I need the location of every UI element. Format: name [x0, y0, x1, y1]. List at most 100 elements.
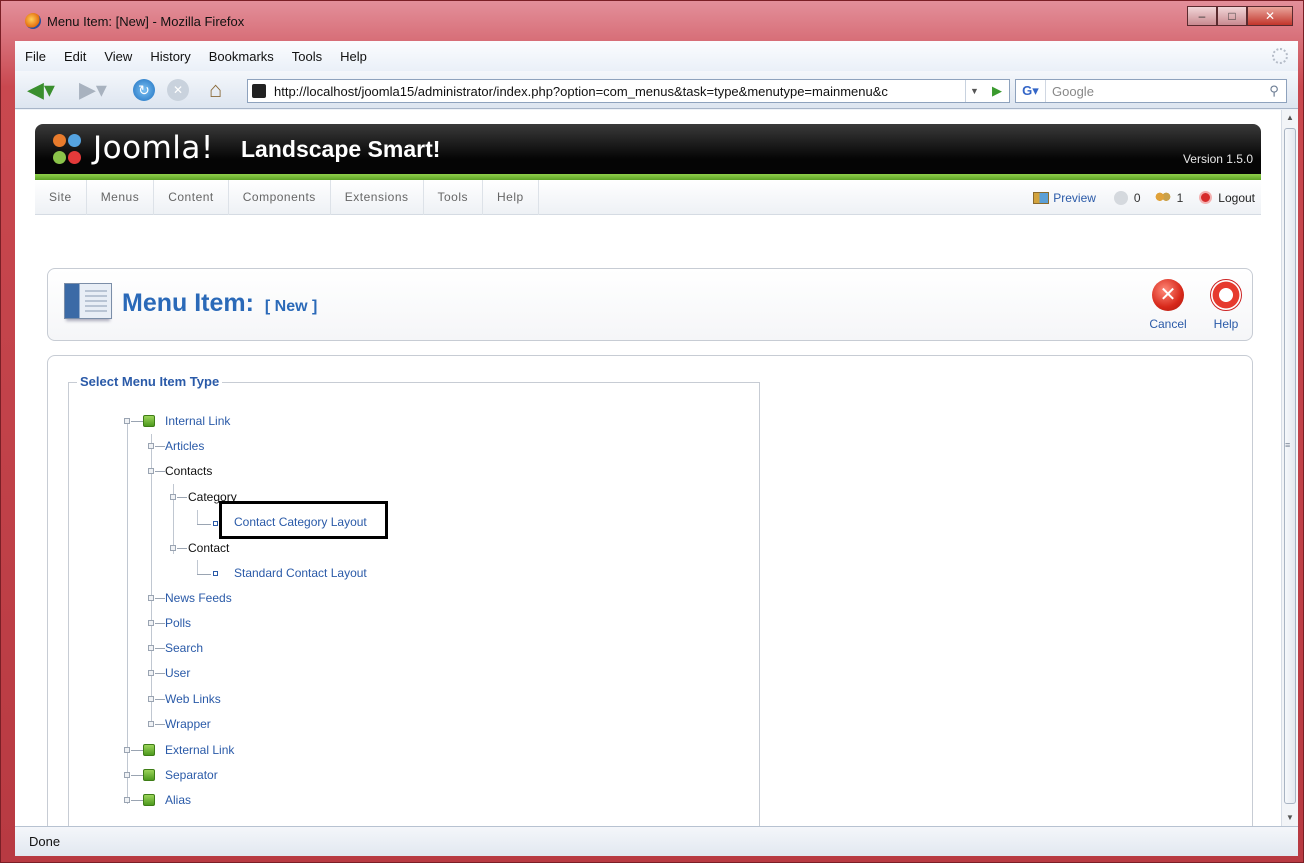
- page-title-text: Menu Item:: [122, 289, 254, 317]
- google-engine-icon[interactable]: G▾: [1016, 80, 1046, 102]
- tree-item-internal-link[interactable]: Internal Link: [165, 412, 230, 430]
- home-icon[interactable]: ⌂: [209, 77, 222, 103]
- tree-label[interactable]: Web Links: [165, 692, 221, 706]
- tree-item-articles[interactable]: Articles: [165, 437, 204, 455]
- tree-expander-icon[interactable]: [124, 772, 130, 778]
- tree-expander-icon[interactable]: [124, 797, 130, 803]
- admin-menu-site[interactable]: Site: [35, 180, 87, 215]
- vertical-scrollbar[interactable]: ▲ ≡ ▼: [1281, 110, 1298, 826]
- tree-item-contacts[interactable]: Contacts: [165, 462, 212, 480]
- scroll-up-arrow-icon[interactable]: ▲: [1282, 110, 1298, 126]
- admin-menu-components[interactable]: Components: [229, 180, 331, 215]
- tree-label[interactable]: Internal Link: [165, 414, 230, 428]
- scrollbar-thumb[interactable]: [1284, 128, 1296, 804]
- tree-label[interactable]: Contacts: [165, 464, 212, 478]
- stop-icon[interactable]: ✕: [167, 79, 189, 101]
- menu-file[interactable]: File: [25, 49, 46, 64]
- url-text[interactable]: http://localhost/joomla15/administrator/…: [274, 84, 888, 99]
- search-icon[interactable]: ⚲: [1262, 83, 1286, 99]
- window-titlebar[interactable]: Menu Item: [New] - Mozilla Firefox – □ ✕: [1, 1, 1303, 41]
- go-arrow-icon[interactable]: ▶: [985, 80, 1009, 102]
- tree-item-web-links[interactable]: Web Links: [165, 690, 221, 708]
- tree-item-news-feeds[interactable]: News Feeds: [165, 589, 232, 607]
- tree-connector: [177, 548, 187, 549]
- menu-bookmarks[interactable]: Bookmarks: [209, 49, 274, 64]
- logout-link[interactable]: Logout: [1199, 191, 1255, 205]
- tree-item-wrapper[interactable]: Wrapper: [165, 715, 211, 733]
- tree-expander-icon[interactable]: [148, 620, 154, 626]
- tree-item-separator[interactable]: Separator: [165, 766, 218, 784]
- admin-menu-content[interactable]: Content: [154, 180, 229, 215]
- tree-label[interactable]: Polls: [165, 616, 191, 630]
- messages-indicator[interactable]: 0: [1113, 190, 1141, 205]
- search-bar[interactable]: G▾ Google ⚲: [1015, 79, 1287, 103]
- tree-label[interactable]: Standard Contact Layout: [234, 566, 367, 580]
- url-bar[interactable]: http://localhost/joomla15/administrator/…: [247, 79, 1010, 103]
- menu-history[interactable]: History: [150, 49, 190, 64]
- admin-menu-menus[interactable]: Menus: [87, 180, 155, 215]
- tree-label[interactable]: Separator: [165, 768, 218, 782]
- cancel-button[interactable]: ✕ Cancel: [1140, 279, 1196, 331]
- tree-item-external-link[interactable]: External Link: [165, 741, 234, 759]
- tree-expander-icon[interactable]: [148, 595, 154, 601]
- page-subtitle: [ New ]: [264, 298, 318, 315]
- tree-label[interactable]: News Feeds: [165, 591, 232, 605]
- tree-item-standard-contact-layout[interactable]: Standard Contact Layout: [234, 564, 367, 582]
- folder-green-icon: [143, 415, 155, 427]
- forward-arrow-icon[interactable]: ▶▾: [79, 79, 107, 101]
- tree-label[interactable]: Articles: [165, 439, 204, 453]
- preview-label: Preview: [1053, 190, 1096, 205]
- tree-label[interactable]: Contact: [188, 541, 229, 555]
- tree-expander-icon[interactable]: [124, 747, 130, 753]
- url-dropdown-icon[interactable]: ▼: [965, 80, 983, 102]
- help-label: Help: [1213, 317, 1239, 331]
- selection-highlight-box: [219, 501, 388, 539]
- minimize-button[interactable]: –: [1187, 6, 1217, 26]
- search-input[interactable]: Google: [1052, 84, 1262, 99]
- menu-view[interactable]: View: [104, 49, 132, 64]
- browser-menubar: File Edit View History Bookmarks Tools H…: [15, 41, 1298, 71]
- menu-edit[interactable]: Edit: [64, 49, 86, 64]
- tree-expander-icon[interactable]: [148, 443, 154, 449]
- tree-label[interactable]: External Link: [165, 743, 234, 757]
- tree-item-polls[interactable]: Polls: [165, 614, 191, 632]
- scroll-down-arrow-icon[interactable]: ▼: [1282, 810, 1298, 826]
- tree-expander-icon[interactable]: [148, 645, 154, 651]
- tree-connector: [197, 524, 211, 525]
- tree-expander-icon[interactable]: [148, 468, 154, 474]
- tree-expander-icon[interactable]: [148, 696, 154, 702]
- maximize-button[interactable]: □: [1217, 6, 1247, 26]
- tree-connector: [131, 421, 143, 422]
- tree-label[interactable]: Alias: [165, 793, 191, 807]
- preview-icon: [1033, 191, 1050, 204]
- tree-expander-icon[interactable]: [148, 721, 154, 727]
- users-count: 1: [1176, 190, 1184, 205]
- tree-label[interactable]: Wrapper: [165, 717, 211, 731]
- tree-connector: [155, 673, 165, 674]
- admin-menu-help[interactable]: Help: [483, 180, 539, 215]
- admin-menu-tools[interactable]: Tools: [424, 180, 484, 215]
- tree-expander-icon[interactable]: [170, 494, 176, 500]
- page-toolbar: Menu Item: [ New ] ✕ Cancel Help: [47, 268, 1253, 341]
- admin-menu-extensions[interactable]: Extensions: [331, 180, 424, 215]
- tree-expander-icon[interactable]: [124, 418, 130, 424]
- back-arrow-icon[interactable]: ◀▾: [27, 79, 55, 101]
- cancel-label: Cancel: [1149, 317, 1187, 331]
- tree-label[interactable]: User: [165, 666, 190, 680]
- tree-item-alias[interactable]: Alias: [165, 791, 191, 809]
- tree-item-contact[interactable]: Contact: [188, 539, 229, 557]
- menu-tools[interactable]: Tools: [292, 49, 322, 64]
- tree-item-user[interactable]: User: [165, 664, 190, 682]
- tree-item-search[interactable]: Search: [165, 639, 203, 657]
- preview-link[interactable]: Preview: [1033, 191, 1096, 205]
- menu-help[interactable]: Help: [340, 49, 367, 64]
- tree-expander-icon[interactable]: [148, 670, 154, 676]
- close-button[interactable]: ✕: [1247, 6, 1293, 26]
- tree-label[interactable]: Search: [165, 641, 203, 655]
- help-button[interactable]: Help: [1198, 279, 1254, 331]
- reload-icon[interactable]: ↻: [133, 79, 155, 101]
- joomla-logo-icon: [53, 134, 83, 166]
- tree-expander-icon[interactable]: [170, 545, 176, 551]
- site-name: Landscape Smart!: [241, 136, 441, 162]
- status-text: Done: [29, 834, 61, 849]
